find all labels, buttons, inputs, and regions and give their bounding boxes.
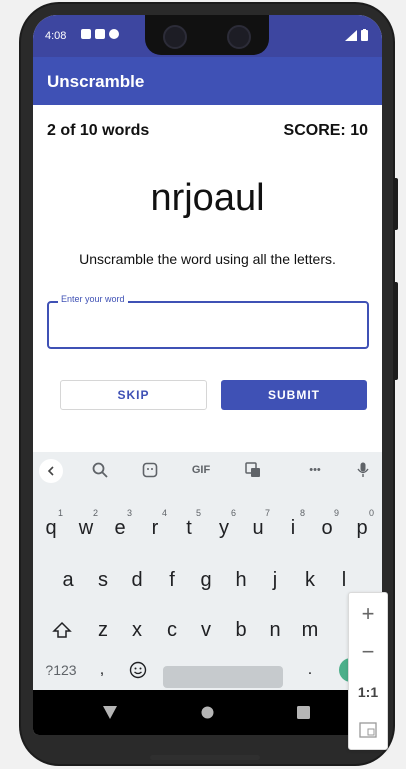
- key-q[interactable]: q1: [34, 508, 68, 548]
- sticker-icon[interactable]: [139, 460, 161, 480]
- word-input-label: Enter your word: [58, 294, 128, 304]
- scrambled-word: nrjoaul: [150, 177, 265, 219]
- recents-nav-icon[interactable]: [297, 706, 310, 724]
- signal-icon: [345, 29, 357, 41]
- key-r[interactable]: r4: [138, 508, 172, 548]
- notification-a-icon: [81, 29, 91, 39]
- key-n[interactable]: n: [258, 610, 292, 650]
- app-title: Unscramble: [47, 72, 145, 91]
- shift-icon[interactable]: [42, 610, 82, 650]
- key-k[interactable]: k: [293, 560, 327, 600]
- status-time: 4:08: [45, 30, 67, 42]
- key-g[interactable]: g: [189, 560, 223, 600]
- actual-size-button[interactable]: 1:1: [349, 673, 387, 711]
- more-options-icon[interactable]: •••: [303, 460, 327, 480]
- key-y[interactable]: y6: [207, 508, 241, 548]
- zoom-out-button[interactable]: −: [349, 633, 387, 671]
- home-nav-icon[interactable]: [201, 706, 214, 724]
- key-j[interactable]: j: [258, 560, 292, 600]
- sync-icon: [109, 29, 119, 39]
- back-nav-icon[interactable]: [103, 706, 117, 724]
- app-bar: Unscramble: [33, 57, 382, 105]
- zoom-controls: + − 1:1: [348, 592, 388, 750]
- camera-lens-icon: [227, 25, 251, 49]
- keyboard-row-1: q1 w2 e3 r4 t5 y6 u7 i8 o9 p0: [33, 508, 382, 548]
- search-icon[interactable]: [89, 460, 111, 480]
- key-p[interactable]: p0: [345, 508, 379, 548]
- key-a[interactable]: a: [51, 560, 85, 600]
- gif-button[interactable]: GIF: [187, 460, 215, 480]
- key-u[interactable]: u7: [241, 508, 275, 548]
- microphone-icon[interactable]: [353, 460, 373, 480]
- soft-keyboard: GIF ••• q1 w2 e3 r4 t5 y6 u7 i8 o9 p0 a …: [33, 452, 382, 690]
- sd-card-icon: [95, 29, 105, 39]
- key-i[interactable]: i8: [276, 508, 310, 548]
- keyboard-row-2: a s d f g h j k l: [33, 560, 382, 600]
- symbols-key[interactable]: ?123: [38, 658, 84, 682]
- keyboard-toolbar: GIF •••: [33, 452, 382, 488]
- camera-lens-icon: [163, 25, 187, 49]
- speaker-grille: [150, 755, 260, 760]
- key-b[interactable]: b: [224, 610, 258, 650]
- submit-button[interactable]: SUBMIT: [221, 380, 367, 410]
- key-v[interactable]: v: [189, 610, 223, 650]
- score: SCORE: 10: [283, 122, 368, 139]
- word-count: 2 of 10 words: [47, 122, 150, 139]
- volume-button: [393, 282, 398, 380]
- key-c[interactable]: c: [155, 610, 189, 650]
- keyboard-row-3: z x c v b n m: [33, 610, 382, 650]
- device-screen: 4:08 Unscramble 2 of 10 words SCORE: 10 …: [33, 15, 382, 735]
- key-z[interactable]: z: [86, 610, 120, 650]
- battery-icon: [361, 29, 368, 41]
- translate-icon[interactable]: [242, 460, 264, 480]
- word-input-field[interactable]: Enter your word: [47, 294, 369, 349]
- space-bar[interactable]: [163, 666, 283, 688]
- power-button: [393, 178, 398, 230]
- fit-screen-icon[interactable]: [349, 711, 387, 749]
- key-o[interactable]: o9: [310, 508, 344, 548]
- key-period[interactable]: .: [293, 658, 327, 682]
- camera-notch: [145, 15, 269, 55]
- key-h[interactable]: h: [224, 560, 258, 600]
- navigation-bar: [33, 690, 382, 735]
- key-t[interactable]: t5: [172, 508, 206, 548]
- zoom-in-button[interactable]: +: [349, 595, 387, 633]
- key-d[interactable]: d: [120, 560, 154, 600]
- key-x[interactable]: x: [120, 610, 154, 650]
- key-m[interactable]: m: [293, 610, 327, 650]
- instructions: Unscramble the word using all the letter…: [79, 251, 336, 267]
- key-comma[interactable]: ,: [85, 658, 119, 682]
- key-f[interactable]: f: [155, 560, 189, 600]
- skip-button[interactable]: SKIP: [60, 380, 207, 410]
- key-w[interactable]: w2: [69, 508, 103, 548]
- chevron-left-icon[interactable]: [39, 459, 63, 483]
- key-s[interactable]: s: [86, 560, 120, 600]
- key-e[interactable]: e3: [103, 508, 137, 548]
- emoji-icon[interactable]: [121, 658, 155, 682]
- word-input[interactable]: [57, 313, 357, 337]
